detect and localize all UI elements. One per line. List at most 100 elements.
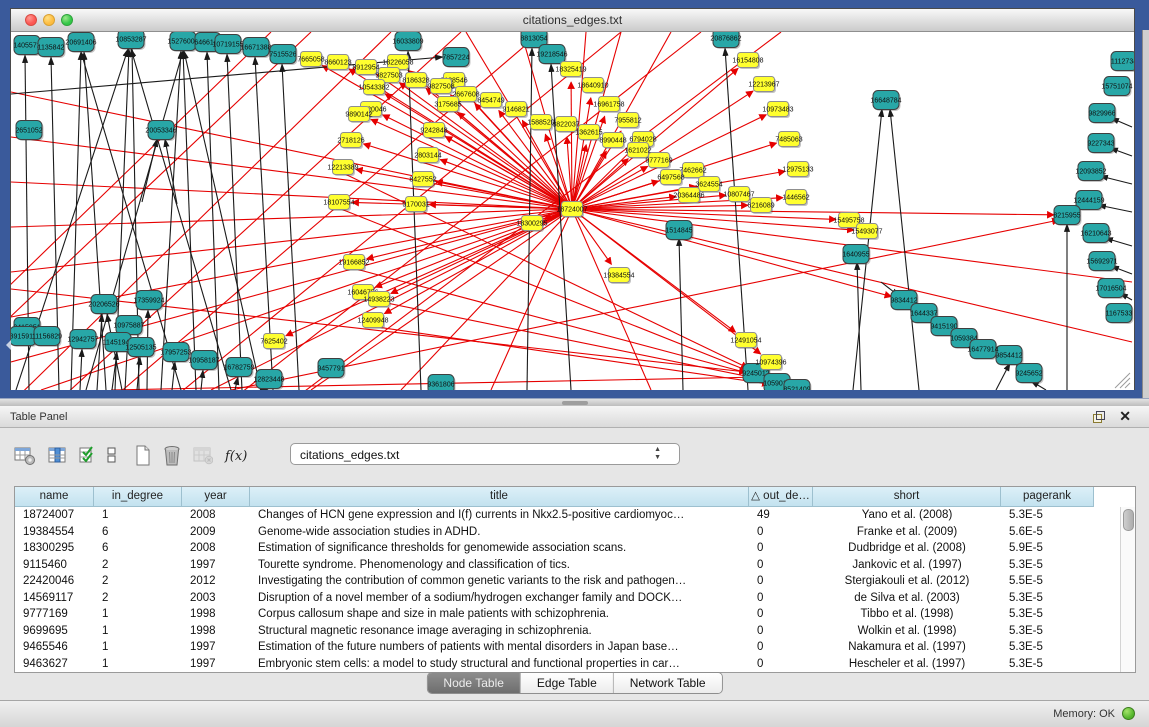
tab-network-table[interactable]: Network Table bbox=[614, 673, 722, 693]
svg-text:20364486: 20364486 bbox=[673, 193, 704, 200]
delete-table-icon[interactable] bbox=[163, 445, 181, 467]
cell-year: 1998 bbox=[182, 623, 250, 640]
svg-text:9834412: 9834412 bbox=[890, 298, 917, 305]
svg-text:18300295: 18300295 bbox=[516, 221, 547, 228]
network-table-select[interactable]: citations_edges.txt ▲▼ bbox=[290, 443, 680, 465]
cell-out_de: 0 bbox=[749, 656, 813, 673]
cell-pagerank: 5.3E-5 bbox=[1001, 590, 1094, 607]
cell-name: 9777169 bbox=[15, 606, 94, 623]
column-header-in_degree[interactable]: in_degree bbox=[94, 487, 182, 507]
svg-text:10958187: 10958187 bbox=[188, 358, 219, 365]
table-body: 1872400712008Changes of HCN gene express… bbox=[15, 507, 1120, 672]
svg-text:10975887: 10975887 bbox=[113, 323, 144, 330]
divider-grip[interactable] bbox=[562, 401, 588, 405]
table-settings-icon[interactable] bbox=[14, 446, 36, 466]
svg-text:19218546: 19218546 bbox=[536, 52, 567, 59]
svg-text:20053346: 20053346 bbox=[145, 128, 176, 135]
svg-text:9146821: 9146821 bbox=[502, 107, 529, 114]
svg-text:9827508: 9827508 bbox=[427, 84, 454, 91]
table-row[interactable]: 946362711997Embryonic stem cells: a mode… bbox=[15, 656, 1120, 673]
svg-text:18325419: 18325419 bbox=[555, 67, 586, 74]
network-graph-canvas[interactable]: 1405572113584220691406108532871527600764… bbox=[11, 32, 1134, 390]
network-desktop: citations_edges.txt 14055721135842206914… bbox=[0, 0, 1149, 398]
table-row[interactable]: 2242004622012Investigating the contribut… bbox=[15, 573, 1120, 590]
svg-text:9854412: 9854412 bbox=[995, 353, 1022, 360]
svg-text:1644337: 1644337 bbox=[910, 311, 937, 318]
cell-out_de: 0 bbox=[749, 573, 813, 590]
svg-text:2803144: 2803144 bbox=[414, 153, 441, 160]
cytoscape-screen: citations_edges.txt 14055721135842206914… bbox=[0, 0, 1149, 727]
svg-text:15751074: 15751074 bbox=[1101, 84, 1132, 91]
cell-name: 14569117 bbox=[15, 590, 94, 607]
column-header-short[interactable]: short bbox=[813, 487, 1001, 507]
svg-text:16154808: 16154808 bbox=[732, 58, 763, 65]
table-row[interactable]: 1872400712008Changes of HCN gene express… bbox=[15, 507, 1120, 524]
import-table-icon[interactable] bbox=[193, 446, 213, 466]
cell-name: 19384554 bbox=[15, 524, 94, 541]
svg-text:7665058: 7665058 bbox=[297, 57, 324, 64]
svg-text:9170031: 9170031 bbox=[402, 202, 429, 209]
new-table-icon[interactable] bbox=[135, 445, 151, 467]
memory-ok-indicator-icon bbox=[1122, 707, 1135, 720]
tab-edge-table[interactable]: Edge Table bbox=[521, 673, 614, 693]
cell-short: Dudbridge et al. (2008) bbox=[813, 540, 1001, 557]
cell-pagerank: 5.3E-5 bbox=[1001, 606, 1094, 623]
svg-text:2651052: 2651052 bbox=[15, 128, 42, 135]
cell-pagerank: 5.3E-5 bbox=[1001, 507, 1094, 524]
scrollbar-thumb[interactable] bbox=[1123, 509, 1134, 531]
row-height-icon[interactable] bbox=[107, 446, 117, 466]
table-panel-header: Table Panel ✕ bbox=[0, 406, 1149, 428]
svg-text:8521409: 8521409 bbox=[783, 387, 810, 391]
table-row[interactable]: 946554611997Estimation of the future num… bbox=[15, 639, 1120, 656]
cell-out_de: 0 bbox=[749, 639, 813, 656]
function-builder-icon[interactable]: f(x) bbox=[225, 449, 247, 464]
table-row[interactable]: 911546021997Tourette syndrome. Phenomeno… bbox=[15, 557, 1120, 574]
svg-text:9361806: 9361806 bbox=[427, 382, 454, 389]
cell-in_degree: 2 bbox=[94, 590, 182, 607]
svg-text:9829966: 9829966 bbox=[1088, 111, 1115, 118]
svg-text:12942757: 12942757 bbox=[67, 337, 98, 344]
svg-text:7462662: 7462662 bbox=[679, 168, 706, 175]
select-columns-icon[interactable] bbox=[48, 446, 67, 466]
svg-text:1588520: 1588520 bbox=[527, 120, 554, 127]
window-title: citations_edges.txt bbox=[11, 13, 1134, 27]
cell-in_degree: 1 bbox=[94, 639, 182, 656]
citation-network-graph[interactable]: 1405572113584220691406108532871527600764… bbox=[11, 32, 1134, 390]
cell-title: Tourette syndrome. Phenomenology and cla… bbox=[250, 557, 749, 574]
column-header-pagerank[interactable]: pagerank bbox=[1001, 487, 1094, 507]
cell-out_de: 0 bbox=[749, 524, 813, 541]
table-type-tabs: Node TableEdge TableNetwork Table bbox=[426, 672, 722, 694]
table-scrollbar[interactable] bbox=[1120, 507, 1135, 672]
column-header-out_de[interactable]: △ out_de… bbox=[749, 487, 813, 507]
table-row[interactable]: 1456911722003Disruption of a novel membe… bbox=[15, 590, 1120, 607]
column-header-year[interactable]: year bbox=[182, 487, 250, 507]
column-header-title[interactable]: title bbox=[250, 487, 749, 507]
cell-short: Hescheler et al. (1997) bbox=[813, 656, 1001, 673]
table-row[interactable]: 969969511998Structural magnetic resonanc… bbox=[15, 623, 1120, 640]
table-row[interactable]: 977716911998Corpus callosum shape and si… bbox=[15, 606, 1120, 623]
splitpane-collapse-arrow-icon[interactable] bbox=[1, 340, 11, 350]
svg-text:17016504: 17016504 bbox=[1095, 286, 1126, 293]
close-panel-icon[interactable]: ✕ bbox=[1119, 408, 1131, 424]
float-panel-icon[interactable] bbox=[1093, 411, 1105, 423]
tab-node-table[interactable]: Node Table bbox=[427, 673, 521, 693]
svg-text:16961758: 16961758 bbox=[593, 102, 624, 109]
table-row[interactable]: 1938455462009Genome-wide association stu… bbox=[15, 524, 1120, 541]
table-row[interactable]: 1830029562008Estimation of significance … bbox=[15, 540, 1120, 557]
svg-text:11156829: 11156829 bbox=[32, 334, 62, 341]
svg-text:7625402: 7625402 bbox=[260, 339, 287, 346]
svg-text:9227343: 9227343 bbox=[1087, 141, 1114, 148]
svg-text:7955812: 7955812 bbox=[614, 118, 641, 125]
split-divider[interactable] bbox=[0, 398, 1149, 406]
svg-text:6497568: 6497568 bbox=[657, 175, 684, 182]
svg-text:10543382: 10543382 bbox=[358, 85, 389, 92]
column-header-name[interactable]: name bbox=[15, 487, 94, 507]
svg-text:18226058: 18226058 bbox=[382, 60, 413, 67]
validate-column-icon[interactable] bbox=[79, 446, 95, 466]
svg-text:10973483: 10973483 bbox=[762, 107, 793, 114]
cell-year: 2009 bbox=[182, 524, 250, 541]
cell-title: Estimation of significance thresholds fo… bbox=[250, 540, 749, 557]
svg-text:8912954: 8912954 bbox=[352, 65, 379, 72]
table-panel-body: f(x) citations_edges.txt ▲▼ namein_degre… bbox=[0, 428, 1149, 700]
network-window-titlebar[interactable]: citations_edges.txt bbox=[11, 9, 1134, 32]
